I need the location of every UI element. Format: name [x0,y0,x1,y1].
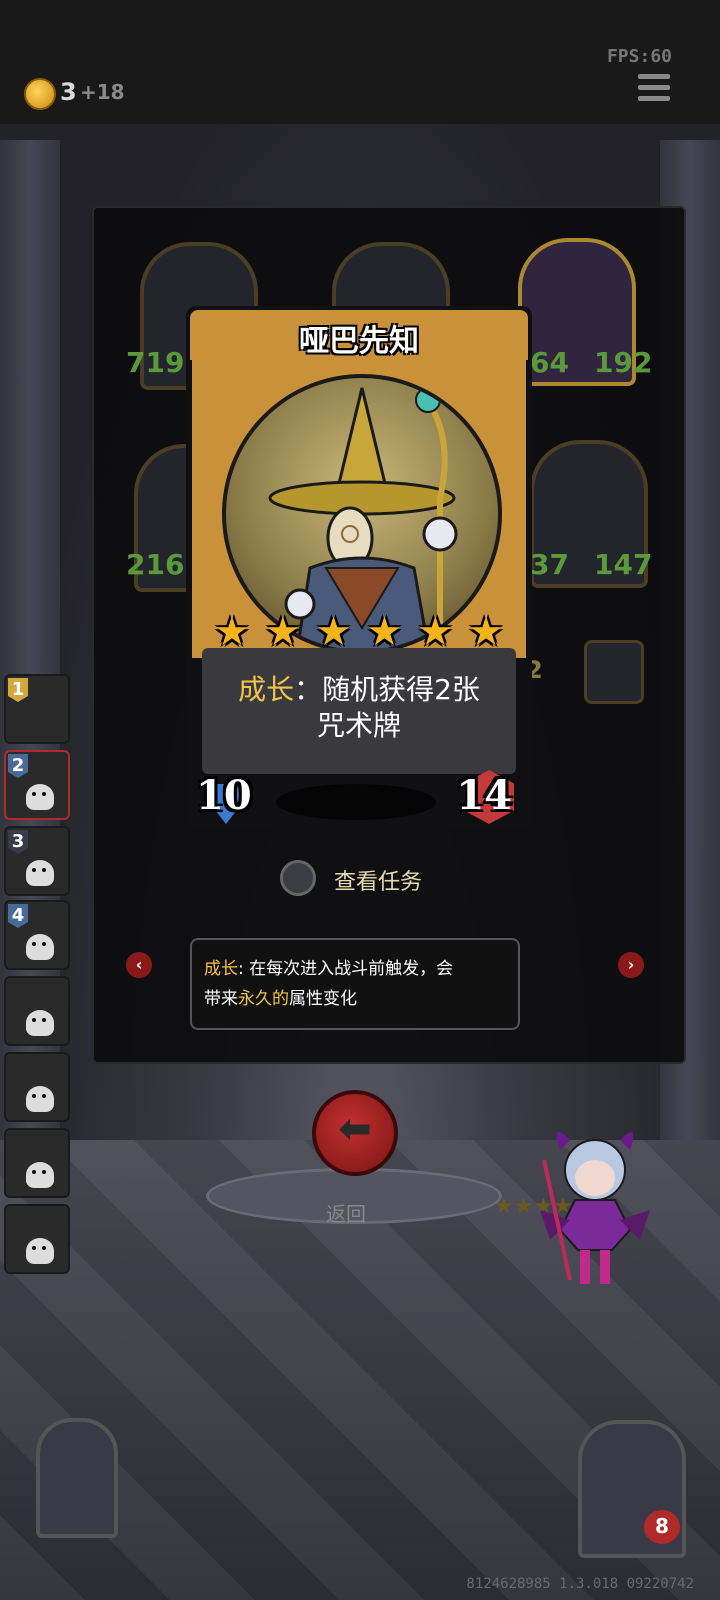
view-tasks-label: 查看任务 [334,870,423,895]
star-icon: ★ [315,609,352,655]
card-desc-line1: 成长：随机获得2张 [202,668,516,708]
team-slot-7[interactable] [4,1128,70,1198]
tooltip-text: : 在每次进入战斗前触发，会 [238,959,454,979]
back-button[interactable]: ⬅ [312,1090,398,1176]
slot-number: 2 [8,754,28,778]
slot-number: 4 [8,904,28,928]
skull-icon [26,860,54,886]
star-icon: ★ [417,609,454,655]
bg-card-stat: 37 [530,548,569,581]
star-icon: ★ [214,609,250,655]
card-desc-text: ：随机获得2张 [294,673,480,706]
back-label[interactable]: 返回 [326,1198,366,1227]
bg-card-stat: 216 [126,548,185,581]
tooltip-keyword: 成长 [204,959,238,979]
team-slot-4[interactable]: 4 [4,900,70,970]
deck-silhouette-icon[interactable] [36,1418,118,1538]
coin-gain: +18 [80,80,125,104]
bg-card-stat: 64 [530,346,569,379]
card-base-oval [276,784,436,820]
top-bar: 3 +18 FPS:60 [0,0,720,124]
task-radio-icon[interactable] [280,860,316,896]
slot-number: 1 [8,678,28,702]
card-description: 成长：随机获得2张 咒术牌 [202,648,516,774]
coin-count: 3 [60,78,77,106]
crown-coin-icon [24,78,56,110]
star-icon: ★ [264,609,301,655]
team-slot-2[interactable]: 2 [4,750,70,820]
skull-icon [26,1010,54,1036]
tooltip-text: 属性变化 [289,989,357,1009]
bg-card-stat: 719 [126,346,185,379]
card-attack: 10 [196,772,252,819]
version-text: 8124628985 1.3.018 09220742 [466,1576,694,1592]
tooltip-text: 带来 [204,989,238,1009]
slot-number: 3 [8,830,28,854]
lives-count: 8 [655,1514,669,1538]
skull-icon [26,934,54,960]
card-health: 14 [456,772,512,819]
tooltip-line2: 带来永久的属性变化 [204,984,357,1009]
tooltip-line1: 成长: 在每次进入战斗前触发，会 [204,954,453,979]
bg-card-stat: 147 [594,548,653,581]
team-slot-3[interactable]: 3 [4,826,70,896]
view-tasks-button[interactable]: 查看任务 [280,860,480,896]
hamburger-menu-icon[interactable] [638,74,670,104]
skull-icon [26,1162,54,1188]
team-slot-1[interactable]: 1 [4,674,70,744]
star-icon: ★ [366,609,403,655]
back-arrow-icon: ⬅ [338,1106,372,1152]
card-detail: 哑巴先知 ★ ★ ★ ★ ★ ★ 成长：随机获得2张 咒术牌 10 14 [186,306,532,828]
card-desc-line2: 咒术牌 [316,709,401,742]
growth-keyword[interactable]: 成长 [238,673,294,706]
skull-icon [26,1238,54,1264]
bg-card-stat: 192 [594,346,653,379]
skull-icon [26,1086,54,1112]
star-icon: ★ [468,609,504,655]
next-arrow-icon[interactable]: › [618,952,644,978]
prev-arrow-icon[interactable]: ‹ [126,952,152,978]
card-name: 哑巴先知 [299,324,419,359]
keyword-tooltip: 成长: 在每次进入战斗前触发，会 带来永久的属性变化 [190,938,520,1030]
demon-girl-character[interactable] [540,1120,650,1290]
card-star-rating: ★ ★ ★ ★ ★ ★ [214,612,504,652]
bg-card-small-portrait[interactable] [584,640,644,704]
team-slot-6[interactable] [4,1052,70,1122]
team-slot-8[interactable] [4,1204,70,1274]
fps-counter: FPS:60 [606,46,672,67]
tooltip-highlight: 永久的 [238,989,289,1009]
team-slot-5[interactable] [4,976,70,1046]
skull-icon [26,784,54,810]
